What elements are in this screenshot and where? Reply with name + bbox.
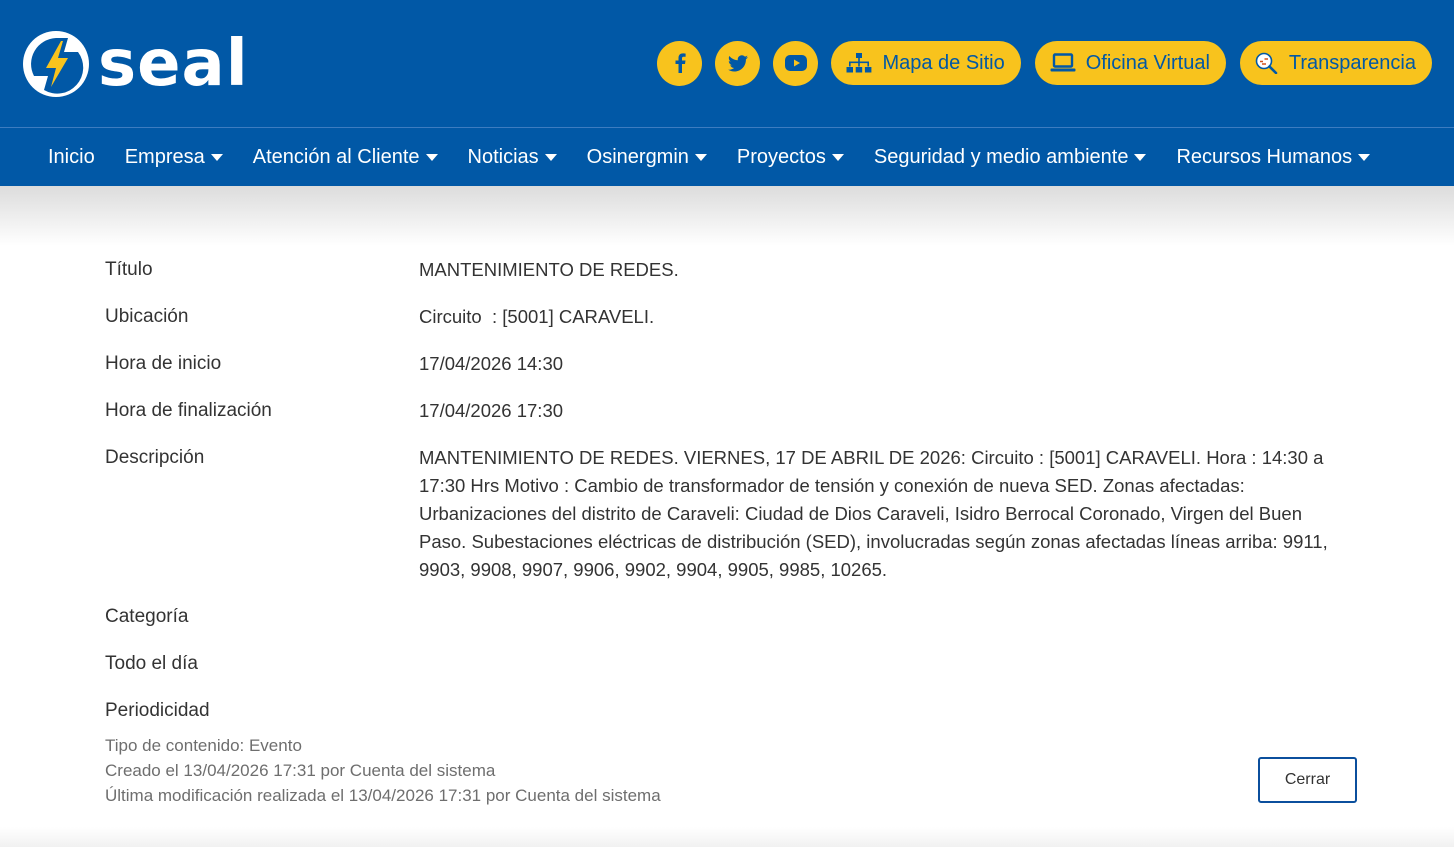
nav-item-inicio[interactable]: Inicio <box>48 146 95 169</box>
detail-label: Periodicidad <box>105 700 210 721</box>
detail-row-periodicidad: Periodicidad <box>105 697 1355 725</box>
created-text: Creado el 13/04/2026 17:31 por Cuenta de… <box>105 761 496 780</box>
nav-item-recursos-humanos[interactable]: Recursos Humanos <box>1176 145 1371 169</box>
caret-down-icon <box>694 153 707 161</box>
caret-down-icon <box>425 153 438 161</box>
detail-label: Hora de finalización <box>105 400 272 421</box>
event-details: Título MANTENIMIENTO DE REDES. Ubicación… <box>105 256 1355 744</box>
detail-row-titulo: Título MANTENIMIENTO DE REDES. <box>105 256 1355 284</box>
detail-label: Categoría <box>105 606 189 627</box>
detail-value: Circuito : [5001] CARAVELI. <box>419 306 655 327</box>
nav-label: Noticias <box>467 145 539 168</box>
sitemap-label: Mapa de Sitio <box>882 51 1005 74</box>
youtube-icon <box>784 55 807 71</box>
facebook-icon <box>675 53 686 73</box>
detail-row-categoria: Categoría <box>105 603 1355 631</box>
detail-value: 17/04/2026 17:30 <box>419 400 564 421</box>
detail-row-hora-inicio: Hora de inicio 17/04/2026 14:30 <box>105 350 1355 378</box>
twitter-button[interactable] <box>715 40 761 86</box>
caret-down-icon <box>210 153 223 161</box>
laptop-icon <box>1050 53 1076 72</box>
nav-item-osinergmin[interactable]: Osinergmin <box>587 146 707 169</box>
transparency-icon <box>1255 52 1278 74</box>
content-type-text: Tipo de contenido: Evento <box>105 736 302 755</box>
nav-label: Seguridad y medio ambiente <box>873 145 1129 168</box>
caret-down-icon <box>1358 153 1371 161</box>
detail-value <box>419 603 1339 631</box>
detail-label: Ubicación <box>105 306 189 327</box>
caret-down-icon <box>1134 153 1147 161</box>
detail-row-descripcion: Descripción MANTENIMIENTO DE REDES. VIER… <box>105 444 1355 584</box>
nav-label: Proyectos <box>736 145 826 168</box>
lightning-logo-icon <box>23 31 89 97</box>
nav-item-noticias[interactable]: Noticias <box>468 146 557 169</box>
nav-label: Atención al Cliente <box>252 145 420 168</box>
detail-label: Todo el día <box>105 653 198 674</box>
transparency-label: Transparencia <box>1288 51 1416 74</box>
virtual-office-label: Oficina Virtual <box>1085 51 1210 74</box>
detail-label: Título <box>105 259 153 280</box>
nav-item-proyectos[interactable]: Proyectos <box>737 146 844 169</box>
sitemap-link[interactable]: Mapa de Sitio <box>831 41 1021 85</box>
caret-down-icon <box>544 153 557 161</box>
youtube-button[interactable] <box>773 40 819 86</box>
caret-down-icon <box>831 153 844 161</box>
detail-value: MANTENIMIENTO DE REDES. <box>419 259 679 280</box>
nav-label: Empresa <box>124 145 205 168</box>
detail-value: 17/04/2026 14:30 <box>419 353 564 374</box>
transparency-link[interactable]: Transparencia <box>1239 41 1432 85</box>
nav-label: Osinergmin <box>586 145 689 168</box>
sitemap-icon <box>846 53 872 73</box>
close-button[interactable]: Cerrar <box>1258 757 1357 803</box>
site-header: seal Mapa de Sitio Oficina Virtual Trans… <box>0 0 1454 128</box>
nav-item-atencion-cliente[interactable]: Atención al Cliente <box>253 146 438 169</box>
facebook-button[interactable] <box>657 40 703 86</box>
modified-text: Última modificación realizada el 13/04/2… <box>105 786 661 805</box>
nav-item-empresa[interactable]: Empresa <box>125 146 223 169</box>
nav-label: Recursos Humanos <box>1176 145 1353 168</box>
seal-logo[interactable]: seal <box>22 28 294 100</box>
twitter-icon <box>727 54 748 71</box>
detail-row-todo-el-dia: Todo el día <box>105 650 1355 678</box>
main-navigation: Inicio Empresa Atención al Cliente Notic… <box>0 128 1454 186</box>
content-top-shadow <box>0 186 1454 246</box>
detail-value <box>419 697 1339 725</box>
virtual-office-link[interactable]: Oficina Virtual <box>1034 41 1226 85</box>
nav-label: Inicio <box>48 145 95 168</box>
item-metadata: Tipo de contenido: Evento Creado el 13/0… <box>105 733 661 808</box>
nav-item-seguridad[interactable]: Seguridad y medio ambiente <box>874 146 1147 169</box>
detail-row-hora-fin: Hora de finalización 17/04/2026 17:30 <box>105 397 1355 425</box>
detail-value: MANTENIMIENTO DE REDES. VIERNES, 17 DE A… <box>419 447 1328 580</box>
detail-label: Hora de inicio <box>105 353 222 374</box>
detail-value <box>419 650 1339 678</box>
logo-wordmark: seal <box>98 27 249 101</box>
footer-shadow <box>0 827 1454 847</box>
detail-row-ubicacion: Ubicación Circuito : [5001] CARAVELI. <box>105 303 1355 331</box>
detail-label: Descripción <box>105 447 205 468</box>
header-actions: Mapa de Sitio Oficina Virtual Transparen… <box>657 40 1432 86</box>
